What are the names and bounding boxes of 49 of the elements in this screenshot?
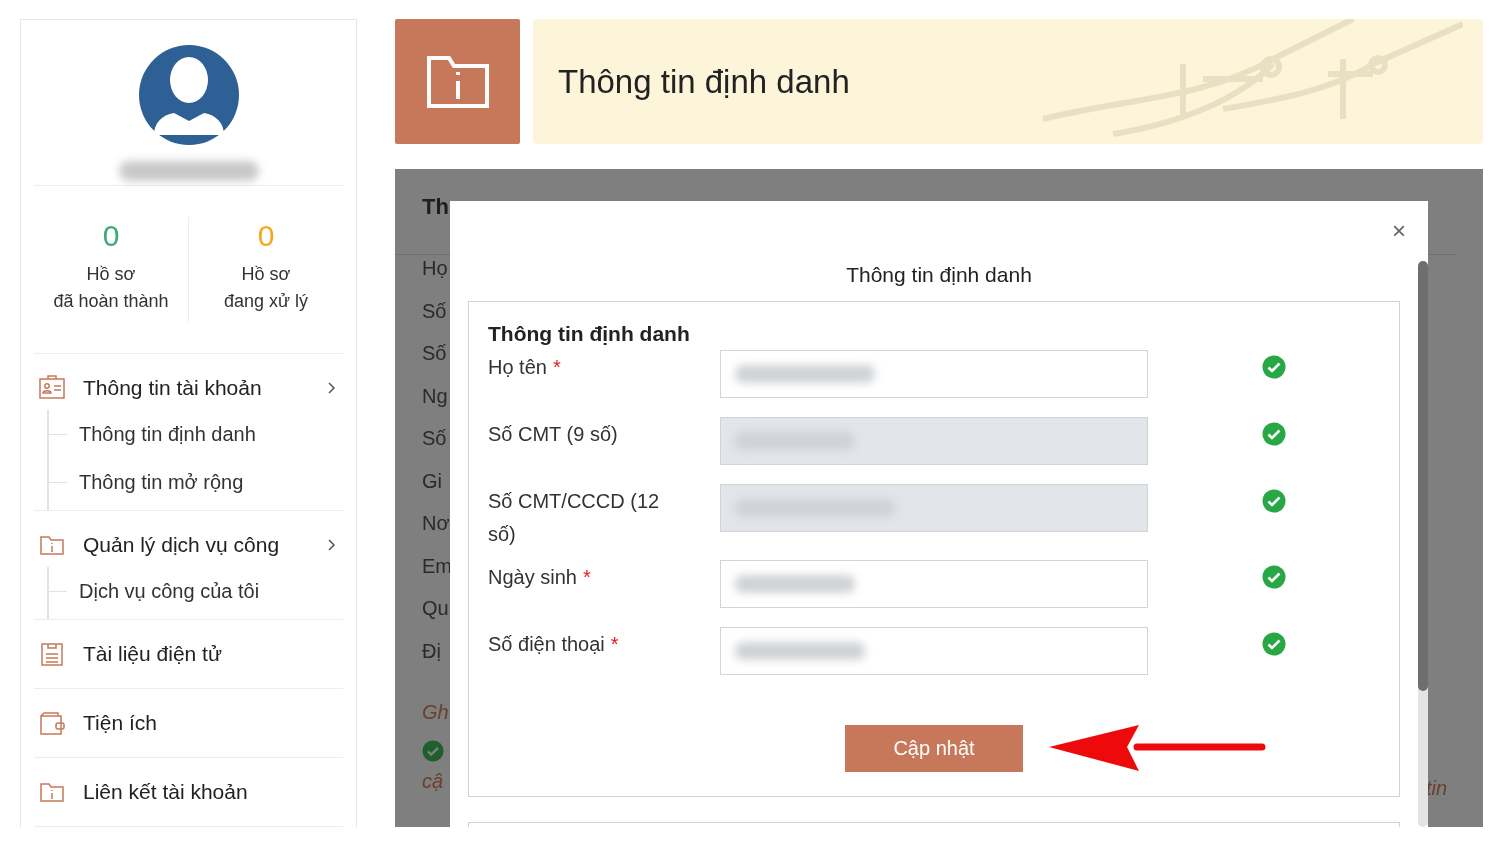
menu-item[interactable]: Tiện ích	[34, 689, 343, 757]
background-field-label: Số	[422, 426, 447, 451]
check-circle-icon	[1261, 489, 1286, 513]
check-circle-icon	[1261, 422, 1286, 446]
submenu-item[interactable]: Thông tin mở rộng	[79, 470, 244, 494]
input-field[interactable]	[720, 560, 1148, 608]
menu-item[interactable]: Thông tin tài khoản	[34, 354, 343, 422]
submenu-item[interactable]: Thông tin định danh	[79, 422, 256, 446]
modal-title: Thông tin định danh	[845, 263, 1033, 287]
background-note: Gh	[422, 701, 449, 724]
background-field-label: Đị	[422, 638, 441, 664]
menu-item[interactable]: Tài liệu điện tử	[34, 620, 343, 688]
close-button[interactable]: ×	[1388, 219, 1410, 243]
section-title: Thông tin định danh	[488, 322, 691, 346]
field-label: Họ tên *	[488, 355, 562, 380]
check-circle-icon	[422, 740, 444, 762]
field-label: Số CMT (9 số)	[488, 422, 619, 447]
background-field-label: Gi	[422, 468, 442, 494]
background-field-label: Số	[422, 298, 447, 324]
chevron-right-icon	[327, 538, 337, 552]
background-field-label: Họ	[422, 256, 448, 281]
field-label: Số CMT/CCCD (12 số)	[488, 489, 661, 547]
id-card-icon	[39, 375, 65, 401]
background-note: cậ	[422, 770, 444, 793]
stat-label: Hồ sơ đã hoàn thành	[53, 262, 169, 313]
submenu-item[interactable]: Dịch vụ công của tôi	[79, 579, 260, 603]
folder-info-icon	[425, 54, 490, 109]
page-title: Thông tin định danh	[558, 62, 850, 101]
check-circle-icon	[1261, 632, 1286, 656]
stat-count: 0	[257, 218, 275, 253]
field-label: Ngày sinh *	[488, 565, 592, 590]
menu-item[interactable]: Quản lý dịch vụ công	[34, 511, 343, 579]
menu-item[interactable]: Liên kết tài khoản	[34, 758, 343, 826]
input-field[interactable]	[720, 627, 1148, 675]
stat-label: Hồ sơ đang xử lý	[223, 262, 309, 313]
background-field-label: Qu	[422, 596, 449, 621]
wallet-icon	[39, 710, 65, 736]
background-field-label: Số	[422, 341, 447, 366]
background-heading: Th	[422, 194, 450, 221]
chevron-right-icon	[327, 381, 337, 395]
stat-count: 0	[102, 218, 120, 253]
document-icon	[39, 641, 65, 667]
input-field[interactable]	[720, 350, 1148, 398]
field-label: Số điện thoại *	[488, 632, 620, 657]
scrollbar[interactable]	[1418, 261, 1428, 827]
background-field-label: Nơ	[422, 511, 450, 536]
check-circle-icon	[1261, 565, 1286, 589]
check-circle-icon	[1261, 355, 1286, 379]
background-field-label: Ng	[422, 383, 448, 409]
